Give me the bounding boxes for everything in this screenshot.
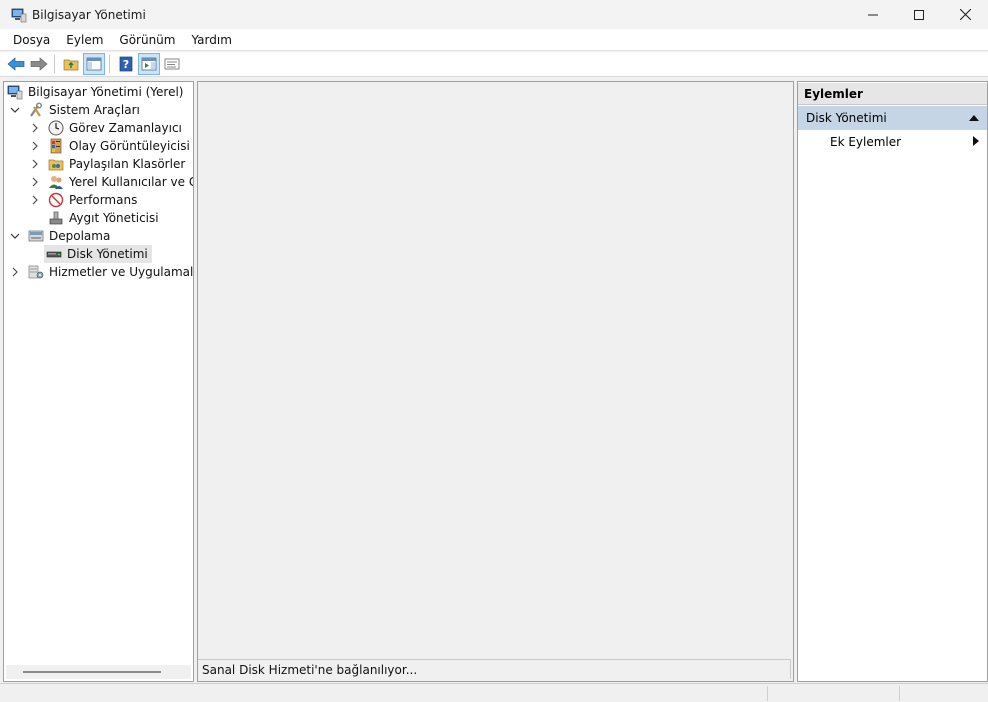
chevron-right-icon[interactable] (29, 158, 41, 170)
minimize-button[interactable] (850, 0, 896, 29)
properties-icon (164, 58, 180, 70)
console-tree[interactable]: Bilgisayar Yönetimi (Yerel) Sistem Araçl… (3, 81, 194, 682)
submenu-arrow-icon (973, 135, 979, 149)
computer-management-icon (7, 84, 23, 100)
tree-item-device-manager[interactable]: Aygıt Yöneticisi (41, 209, 159, 227)
tree-item-storage[interactable]: Depolama (9, 227, 110, 245)
event-viewer-icon (48, 138, 64, 154)
selection-highlight: Disk Yönetimi (44, 245, 152, 263)
back-button[interactable] (5, 53, 27, 75)
forward-arrow-icon (30, 57, 48, 71)
svg-text:?: ? (123, 58, 129, 71)
chevron-right-icon[interactable] (29, 176, 41, 188)
horizontal-scrollbar[interactable] (6, 665, 191, 679)
show-hide-tree-button[interactable] (83, 53, 105, 75)
storage-icon (28, 228, 44, 244)
chevron-right-icon[interactable] (29, 140, 41, 152)
show-hide-action-pane-icon (141, 57, 157, 71)
show-hide-action-pane-button[interactable] (138, 53, 160, 75)
tree-item-system-tools[interactable]: Sistem Araçları (9, 101, 140, 119)
menu-help[interactable]: Yardım (183, 29, 239, 51)
menu-view[interactable]: Görünüm (111, 29, 183, 51)
help-icon: ? (119, 56, 133, 72)
actions-section-disk-management[interactable]: Disk Yönetimi (798, 106, 987, 130)
chevron-down-icon[interactable] (9, 230, 21, 242)
collapse-arrow-icon[interactable] (969, 111, 979, 125)
tree-item-event-viewer[interactable]: Olay Görüntüleyicisi (29, 137, 190, 155)
tree-root[interactable]: Bilgisayar Yönetimi (Yerel) (7, 83, 183, 101)
close-button[interactable] (942, 0, 988, 29)
device-manager-icon (48, 210, 64, 226)
scrollbar-thumb[interactable] (23, 671, 161, 673)
show-hide-tree-icon (86, 57, 102, 71)
chevron-right-icon[interactable] (29, 194, 41, 206)
status-bar (0, 683, 988, 702)
shared-folder-icon (48, 156, 64, 172)
users-icon (48, 174, 64, 190)
actions-pane: Eylemler Disk Yönetimi Ek Eylemler (797, 81, 988, 682)
forward-button[interactable] (28, 53, 50, 75)
status-divider (899, 686, 900, 701)
actions-header: Eylemler (798, 83, 987, 105)
menu-file[interactable]: Dosya (0, 29, 58, 51)
up-folder-icon (63, 59, 79, 71)
tree-item-local-users[interactable]: Yerel Kullanıcılar ve Gru (29, 173, 193, 191)
title-bar: Bilgisayar Yönetimi (0, 0, 988, 29)
menu-action[interactable]: Eylem (58, 29, 111, 51)
menu-bar: Dosya Eylem Görünüm Yardım (0, 29, 988, 51)
services-icon (28, 264, 44, 280)
chevron-right-icon[interactable] (29, 122, 41, 134)
actions-item-more-actions[interactable]: Ek Eylemler (798, 130, 987, 154)
tools-icon (28, 102, 44, 118)
actions-section-label: Disk Yönetimi (806, 111, 887, 125)
up-one-level-button[interactable] (60, 53, 82, 75)
toolbar-separator (54, 55, 55, 73)
clock-icon (48, 120, 64, 136)
status-divider (767, 686, 768, 701)
toolbar: ? (0, 52, 988, 77)
connection-status-text: Sanal Disk Hizmeti'ne bağlanılıyor... (198, 659, 791, 679)
properties-button[interactable] (161, 53, 183, 75)
tree-item-task-scheduler[interactable]: Görev Zamanlayıcı (29, 119, 182, 137)
chevron-down-icon[interactable] (9, 104, 21, 116)
computer-management-icon (11, 7, 27, 23)
tree-root-label: Bilgisayar Yönetimi (Yerel) (28, 85, 184, 99)
more-actions-label: Ek Eylemler (830, 135, 902, 149)
back-arrow-icon (7, 57, 25, 71)
disk-icon (46, 246, 62, 262)
tree-item-performance[interactable]: Performans (29, 191, 137, 209)
chevron-right-icon[interactable] (9, 266, 21, 278)
tree-item-services-apps[interactable]: Hizmetler ve Uygulamalar (9, 263, 193, 281)
results-pane: Sanal Disk Hizmeti'ne bağlanılıyor... (197, 81, 794, 682)
tree-item-shared-folders[interactable]: Paylaşılan Klasörler (29, 155, 185, 173)
performance-icon (48, 192, 64, 208)
maximize-button[interactable] (896, 0, 942, 29)
window-title: Bilgisayar Yönetimi (32, 7, 146, 22)
tree-item-disk-management[interactable]: Disk Yönetimi (44, 245, 152, 263)
help-button[interactable]: ? (115, 53, 137, 75)
toolbar-separator (109, 55, 110, 73)
